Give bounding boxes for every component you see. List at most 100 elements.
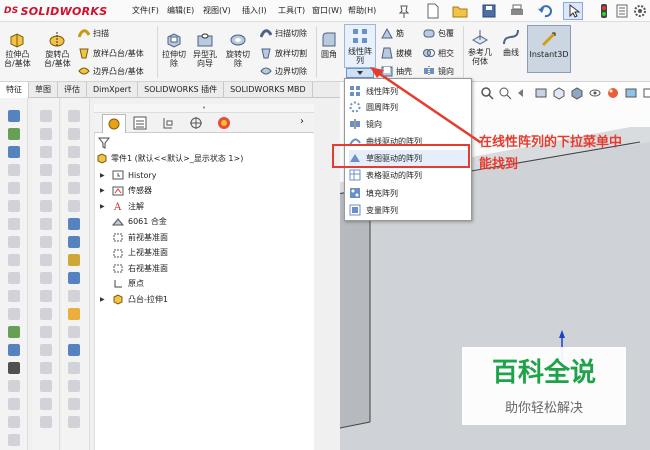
select-cursor-icon[interactable] [563, 2, 583, 20]
hole-wizard-button[interactable]: 异型孔 向导 [193, 30, 217, 68]
toolbar-tool-icon[interactable] [68, 236, 80, 248]
toolbar-tool-icon[interactable] [8, 254, 20, 266]
menu-edit[interactable]: 编辑(E) [167, 5, 194, 16]
toolbar-tool-icon[interactable] [8, 146, 20, 158]
toolbar-tool-icon[interactable] [68, 380, 80, 392]
toolbar-tool-icon[interactable] [40, 182, 52, 194]
menu-item-table-driven-pattern[interactable]: 表格驱动的阵列 [349, 167, 469, 183]
toolbar-tool-icon[interactable] [40, 236, 52, 248]
previous-view-icon[interactable] [516, 86, 530, 100]
toolbar-tool-icon[interactable] [8, 290, 20, 302]
instant3d-button[interactable]: Instant3D [527, 25, 571, 73]
toolbar-tool-icon[interactable] [8, 272, 20, 284]
revolve-boss-button[interactable]: 旋转凸 台/基体 [44, 30, 71, 68]
toolbar-tool-icon[interactable] [8, 164, 20, 176]
tree-item-right-plane[interactable]: 右视基准面 [100, 262, 168, 274]
toolbar-tool-icon[interactable] [40, 362, 52, 374]
tree-item-origin[interactable]: 原点 [100, 278, 144, 290]
toolbar-tool-icon[interactable] [8, 182, 20, 194]
tab-sketch[interactable]: 草图 [29, 82, 58, 98]
sweep-cut-button[interactable]: 扫描切除 [260, 27, 307, 39]
dimxpert-manager-tab-icon[interactable] [188, 116, 204, 130]
revolve-cut-button[interactable]: 旋转切 除 [226, 30, 250, 68]
toolbar-tool-icon[interactable] [40, 254, 52, 266]
section-view-icon[interactable] [534, 86, 548, 100]
expand-arrow-icon[interactable]: ▶ [100, 172, 108, 179]
toolbar-tool-icon[interactable] [8, 128, 20, 140]
toolbar-tool-icon[interactable] [40, 308, 52, 320]
toolbar-tool-icon[interactable] [8, 236, 20, 248]
tab-evaluate[interactable]: 评估 [58, 82, 87, 98]
loft-boss-button[interactable]: 放样凸台/基体 [78, 47, 144, 59]
toolbar-tool-icon[interactable] [68, 128, 80, 140]
toolbar-tool-icon[interactable] [40, 110, 52, 122]
toolbar-tool-icon[interactable] [68, 164, 80, 176]
display-style-icon[interactable] [570, 86, 584, 100]
pin-icon[interactable] [396, 3, 412, 19]
sweep-button[interactable]: 扫描 [78, 27, 109, 39]
tree-item-top-plane[interactable]: 上视基准面 [100, 247, 168, 259]
tab-features[interactable]: 特征 [0, 82, 29, 98]
toolbar-tool-icon[interactable] [40, 380, 52, 392]
toolbar-tool-icon[interactable] [40, 416, 52, 428]
menu-help[interactable]: 帮助(H) [348, 5, 376, 16]
view-orientation-icon[interactable] [552, 86, 566, 100]
view-settings-icon[interactable] [642, 86, 650, 100]
toolbar-tool-icon[interactable] [68, 416, 80, 428]
expand-arrow-icon[interactable]: ▶ [100, 296, 108, 303]
menu-item-fill-pattern[interactable]: 填充阵列 [349, 185, 469, 201]
loft-cut-button[interactable]: 放样切割 [260, 47, 307, 59]
extrude-boss-button[interactable]: 拉伸凸 台/基体 [4, 30, 31, 68]
tree-root-part[interactable]: 零件1 (默认<<默认>_显示状态 1>) [96, 152, 243, 164]
options-list-icon[interactable] [614, 3, 630, 19]
rib-button[interactable]: 筋 [381, 27, 404, 39]
toolbar-tool-icon[interactable] [68, 326, 80, 338]
fillet-button[interactable]: 圆角 [320, 30, 338, 59]
toolbar-tool-icon[interactable] [8, 200, 20, 212]
extrude-cut-button[interactable]: 拉伸切 除 [162, 30, 186, 68]
toolbar-tool-icon[interactable] [68, 344, 80, 356]
toolbar-tool-icon[interactable] [8, 344, 20, 356]
hide-show-icon[interactable] [588, 86, 602, 100]
toolbar-tool-icon[interactable] [8, 416, 20, 428]
expand-arrow-icon[interactable]: ▶ [100, 203, 108, 210]
toolbar-tool-icon[interactable] [8, 434, 20, 446]
toolbar-tool-icon[interactable] [68, 218, 80, 230]
menu-view[interactable]: 视图(V) [203, 5, 231, 16]
boundary-cut-button[interactable]: 边界切除 [260, 65, 307, 77]
tab-addins[interactable]: SOLIDWORKS 插件 [138, 82, 225, 98]
appearance-icon[interactable] [606, 86, 620, 100]
panel-expand-chevron-icon[interactable]: › [300, 116, 304, 127]
menu-item-variable-pattern[interactable]: 变量阵列 [349, 202, 469, 218]
toolbar-tool-icon[interactable] [40, 344, 52, 356]
property-manager-tab-icon[interactable] [132, 116, 148, 130]
toolbar-tool-icon[interactable] [8, 218, 20, 230]
toolbar-tool-icon[interactable] [40, 290, 52, 302]
new-document-icon[interactable] [425, 3, 441, 19]
settings-gear-icon[interactable] [632, 3, 648, 19]
traffic-light-icon[interactable] [596, 3, 612, 19]
toolbar-tool-icon[interactable] [40, 272, 52, 284]
feature-tree-tab[interactable] [102, 114, 126, 133]
panel-splitter[interactable]: • [94, 104, 314, 113]
scene-icon[interactable] [624, 86, 638, 100]
toolbar-tool-icon[interactable] [68, 362, 80, 374]
wrap-button[interactable]: 包覆 [423, 27, 454, 39]
toolbar-tool-icon[interactable] [8, 110, 20, 122]
open-folder-icon[interactable] [452, 3, 468, 19]
toolbar-tool-icon[interactable] [68, 146, 80, 158]
zoom-area-icon[interactable] [498, 86, 512, 100]
tree-item-front-plane[interactable]: 前视基准面 [100, 231, 168, 243]
toolbar-tool-icon[interactable] [40, 218, 52, 230]
toolbar-tool-icon[interactable] [40, 128, 52, 140]
toolbar-tool-icon[interactable] [68, 272, 80, 284]
print-icon[interactable] [509, 3, 525, 19]
toolbar-tool-icon[interactable] [8, 308, 20, 320]
tree-item-sensors[interactable]: ▶ 传感器 [100, 185, 152, 197]
display-manager-tab-icon[interactable] [216, 116, 232, 130]
toolbar-tool-icon[interactable] [8, 326, 20, 338]
toolbar-tool-icon[interactable] [40, 398, 52, 410]
save-icon[interactable] [481, 3, 497, 19]
filter-funnel-icon[interactable] [98, 137, 110, 149]
undo-icon[interactable] [537, 3, 553, 19]
